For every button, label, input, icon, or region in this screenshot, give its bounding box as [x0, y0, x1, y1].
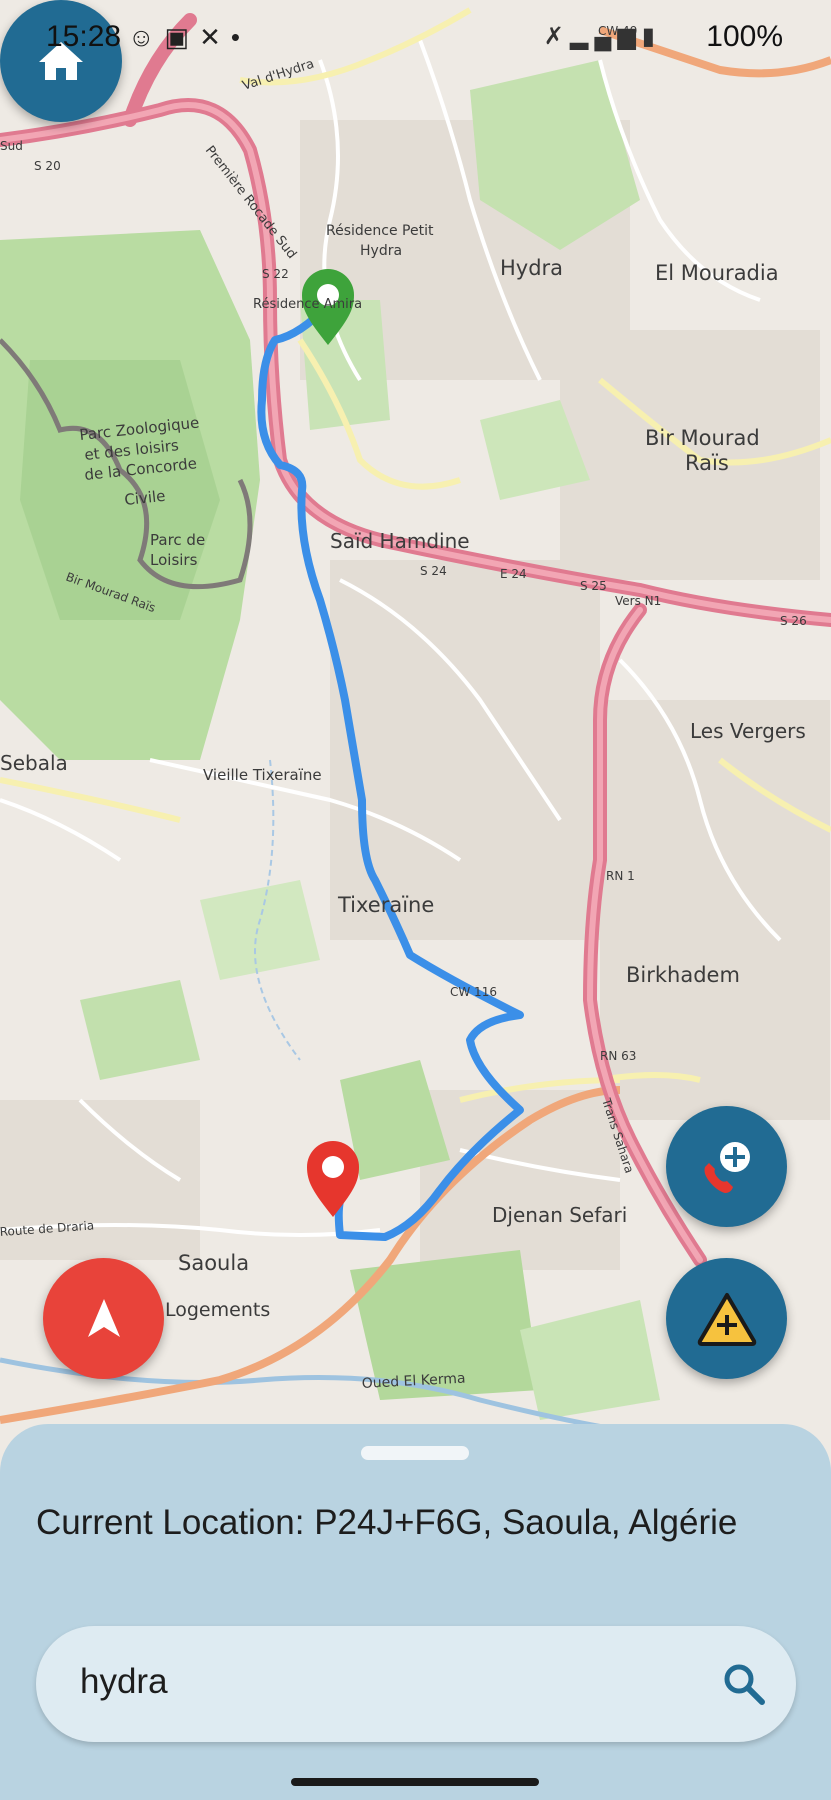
label-rn1: RN 1: [606, 869, 635, 883]
battery-icon: ▮: [641, 23, 661, 50]
add-call-button[interactable]: [666, 1106, 787, 1227]
label-hydra-small: Hydra: [360, 243, 402, 259]
label-residence-petit: Résidence Petit: [326, 223, 434, 239]
label-s26: S 26: [780, 614, 807, 628]
notification-icons: ☺▣✕•: [128, 22, 250, 53]
label-bir-mourad-rais-2: Raïs: [685, 451, 729, 475]
add-alert-button[interactable]: [666, 1258, 787, 1379]
bottom-sheet: Current Location: P24J+F6G, Saoula, Algé…: [0, 1424, 831, 1768]
navigation-arrow-icon: [87, 1298, 120, 1337]
signal-icon: ▂▄▆: [569, 23, 642, 50]
status-time: 15:28: [46, 20, 122, 53]
missed-call-icon: ✕: [199, 22, 231, 52]
label-e24: E 24: [500, 567, 527, 581]
label-residence-amira: Résidence Amira: [253, 297, 362, 312]
label-sebala: Sebala: [0, 751, 68, 775]
snapchat-icon: ☺: [128, 22, 165, 52]
label-vieille-tixeraine: Vieille Tixeraïne: [203, 766, 322, 784]
label-vers-n1: Vers N1: [615, 594, 661, 608]
sheet-drag-handle[interactable]: [361, 1446, 469, 1460]
label-bir-mourad-rais-1: Bir Mourad: [645, 426, 760, 450]
label-rn63: RN 63: [600, 1049, 636, 1063]
label-saoula: Saoula: [178, 1251, 249, 1275]
dot-icon: •: [230, 22, 251, 52]
status-bar: 15:28 ☺▣✕• ✗▂▄▆▮ 100%: [0, 0, 831, 78]
battery-percent: 100%: [706, 20, 783, 53]
label-parc-loisirs-2: Loisirs: [150, 551, 198, 569]
system-icons: ✗▂▄▆▮: [544, 22, 661, 51]
label-s24: S 24: [420, 564, 447, 578]
label-said-hamdine: Saïd Hamdine: [330, 529, 470, 553]
navigate-button[interactable]: [43, 1258, 164, 1379]
label-s25: S 25: [580, 579, 607, 593]
label-cw116: CW 116: [450, 985, 497, 999]
label-logements: Logements: [165, 1299, 270, 1321]
label-s22: S 22: [262, 267, 289, 281]
gesture-handle[interactable]: [291, 1778, 539, 1786]
label-tixeraine: Tixeraïne: [337, 893, 434, 917]
label-sud: Sud: [0, 139, 23, 153]
add-call-icon: [704, 1141, 750, 1193]
label-les-vergers: Les Vergers: [690, 719, 806, 743]
label-parc-loisirs-1: Parc de: [150, 531, 205, 549]
label-djenan-sefari: Djenan Sefari: [492, 1203, 627, 1227]
label-birkhadem: Birkhadem: [626, 963, 740, 987]
gallery-icon: ▣: [164, 22, 200, 52]
label-hydra: Hydra: [500, 256, 563, 280]
search-input[interactable]: hydra: [36, 1626, 796, 1742]
label-el-mouradia: El Mouradia: [655, 261, 779, 285]
system-nav-bar: [0, 1768, 831, 1800]
label-s20: S 20: [34, 159, 61, 173]
current-location-text: Current Location: P24J+F6G, Saoula, Algé…: [36, 1503, 738, 1542]
mute-icon: ✗: [543, 23, 570, 50]
add-alert-icon: [697, 1292, 756, 1346]
search-icon[interactable]: [722, 1662, 766, 1706]
search-value: hydra: [80, 1662, 168, 1701]
